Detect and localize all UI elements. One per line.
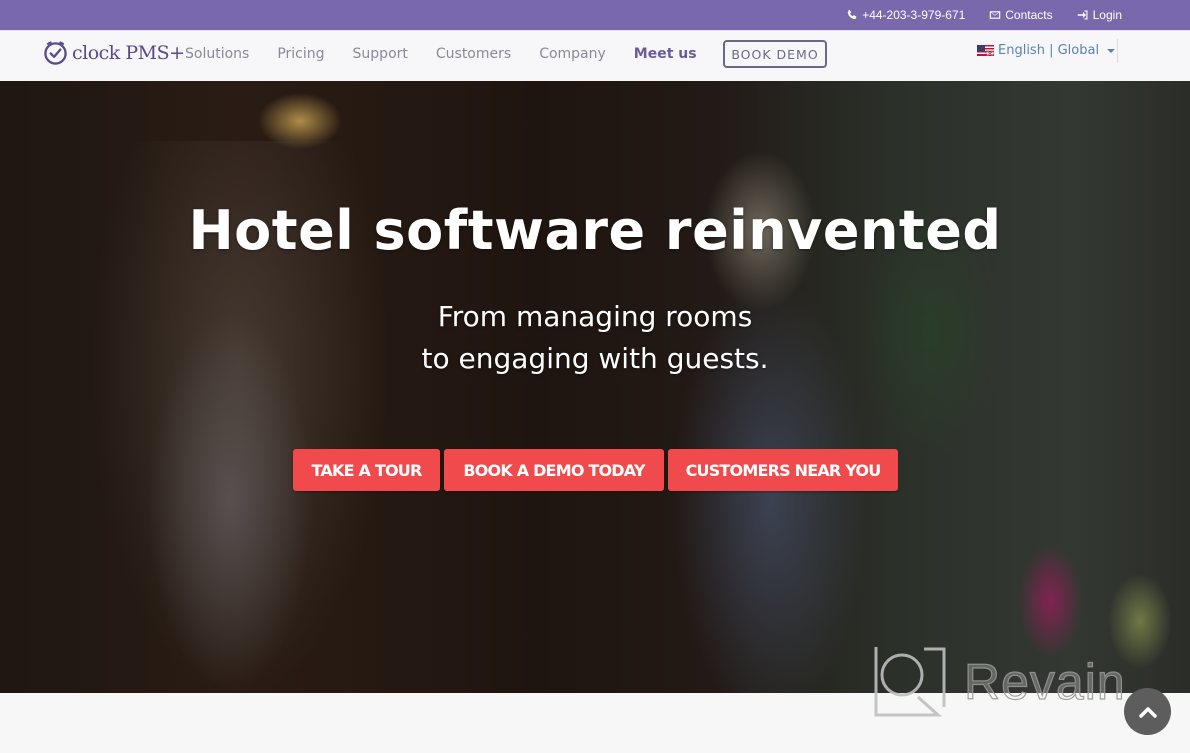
nav-customers[interactable]: Customers	[436, 46, 511, 62]
flag-icon	[977, 45, 994, 56]
page-content-area	[0, 693, 1190, 753]
book-demo-button[interactable]: BOOK DEMO	[723, 40, 827, 68]
clock-check-icon	[44, 41, 67, 65]
hero-subtitle: From managing rooms to engaging with gue…	[0, 296, 1190, 380]
logo[interactable]: clock PMS+	[43, 40, 185, 65]
phone-number: +44-203-3-979-671	[862, 8, 966, 22]
caret-down-icon	[1107, 48, 1116, 53]
nav-support[interactable]: Support	[353, 46, 408, 62]
login-link[interactable]: Login	[1077, 8, 1122, 22]
phone-link[interactable]: +44-203-3-979-671	[846, 8, 965, 22]
nav-pricing[interactable]: Pricing	[277, 46, 324, 62]
nav-divider	[1117, 39, 1118, 63]
sign-in-icon	[1077, 10, 1088, 20]
nav-links: Solutions Pricing Support Customers Comp…	[185, 46, 697, 62]
phone-icon	[847, 9, 857, 20]
nav-solutions[interactable]: Solutions	[185, 46, 249, 62]
hero-section: Hotel software reinvented From managing …	[0, 81, 1190, 693]
chevron-up-icon	[1138, 706, 1157, 718]
scroll-to-top-button[interactable]	[1124, 688, 1171, 735]
nav-company[interactable]: Company	[539, 46, 606, 62]
book-a-demo-today-button[interactable]: BOOK A DEMO TODAY	[444, 449, 664, 491]
customers-near-you-button[interactable]: CUSTOMERS NEAR YOU	[668, 449, 898, 491]
top-utility-bar: +44-203-3-979-671 Contacts Login	[0, 0, 1190, 30]
main-navbar: clock PMS+ Solutions Pricing Support Cus…	[0, 30, 1190, 81]
envelope-icon	[990, 11, 1001, 19]
hero-title: Hotel software reinvented	[188, 199, 1002, 262]
language-label: English | Global	[998, 43, 1100, 58]
contacts-label: Contacts	[1005, 8, 1053, 22]
hero-subtitle-line-1: From managing rooms	[437, 300, 753, 333]
login-label: Login	[1092, 8, 1122, 22]
contacts-link[interactable]: Contacts	[989, 8, 1053, 22]
take-a-tour-button[interactable]: TAKE A TOUR	[293, 449, 440, 491]
language-selector[interactable]: English | Global	[977, 43, 1116, 58]
nav-meet-us[interactable]: Meet us	[634, 46, 697, 62]
cta-buttons: TAKE A TOUR BOOK A DEMO TODAY CUSTOMERS …	[293, 449, 898, 491]
hero-subtitle-line-2: to engaging with guests.	[421, 342, 769, 375]
logo-text: clock PMS+	[72, 41, 185, 64]
